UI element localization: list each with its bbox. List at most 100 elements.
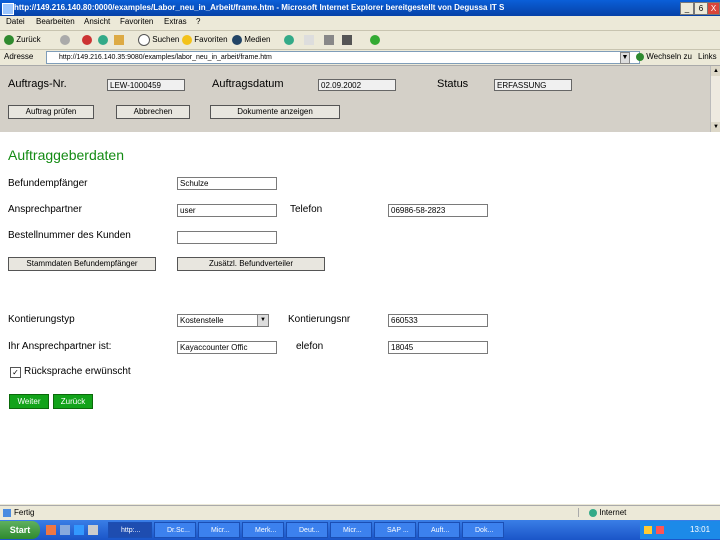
stop-button[interactable]: [82, 33, 92, 47]
menu-help[interactable]: ?: [196, 17, 200, 26]
mail-icon: [304, 34, 314, 45]
address-dropdown-icon[interactable]: ▼: [620, 52, 630, 64]
account-type-select[interactable]: Kostenstelle ▼: [177, 314, 269, 327]
links-button[interactable]: Links: [698, 52, 717, 61]
quicklaunch-explorer-icon[interactable]: [88, 525, 98, 535]
back-form-button[interactable]: Zurück: [53, 394, 93, 409]
menu-bar: Datei Bearbeiten Ansicht Favoriten Extra…: [0, 16, 720, 31]
taskbar-task[interactable]: Micr...: [330, 522, 372, 538]
history-icon: [284, 34, 294, 45]
menu-datei[interactable]: Datei: [6, 17, 25, 26]
section-title: Auftraggeberdaten: [8, 147, 124, 163]
menu-favoriten[interactable]: Favoriten: [120, 17, 153, 26]
your-contact-field: Kayaccounter Offic: [177, 341, 277, 354]
favorites-button[interactable]: Favoriten: [182, 33, 228, 47]
zone-indicator: Internet: [578, 508, 720, 517]
menu-ansicht[interactable]: Ansicht: [84, 17, 110, 26]
callback-label: Rücksprache erwünscht: [24, 366, 131, 377]
phone-input[interactable]: 06986-58-2823: [388, 204, 488, 217]
go-arrow-icon: [636, 52, 644, 61]
mail-button[interactable]: [304, 33, 314, 47]
edit-icon: [342, 34, 352, 45]
order-date-field: 02.09.2002: [318, 79, 396, 91]
home-button[interactable]: [114, 33, 124, 47]
messenger-icon: [370, 34, 380, 45]
order-number-label: Auftrags-Nr.: [8, 78, 67, 90]
forward-arrow-icon: [60, 34, 70, 45]
start-button[interactable]: Start: [0, 521, 40, 539]
cancel-button[interactable]: Abbrechen: [116, 105, 190, 119]
scroll-down-icon[interactable]: ▼: [711, 122, 720, 132]
callback-checkbox[interactable]: ✓: [10, 367, 21, 378]
taskbar-task[interactable]: http:...: [108, 522, 152, 538]
order-header-frame: Auftrags-Nr. LEW-1000459 Auftragsdatum 0…: [0, 66, 710, 132]
status-field: ERFASSUNG: [494, 79, 572, 91]
taskbar-task[interactable]: Deut...: [286, 522, 328, 538]
back-arrow-icon: [4, 34, 14, 45]
taskbar-task[interactable]: Dr.Sc...: [154, 522, 196, 538]
window-title: http://149.216.140.80:0000/examples/Labo…: [14, 3, 505, 12]
contact-label: Ansprechpartner: [8, 204, 82, 215]
taskbar-task[interactable]: Micr...: [198, 522, 240, 538]
taskbar-task[interactable]: Merk...: [242, 522, 284, 538]
system-tray: 13:01: [640, 521, 720, 539]
address-input[interactable]: http://149.216.140.35:9080/examples/labo…: [46, 51, 640, 64]
print-icon: [324, 34, 334, 45]
quicklaunch-desktop-icon[interactable]: [60, 525, 70, 535]
recipient-input[interactable]: Schulze: [177, 177, 277, 190]
order-number-field: LEW-1000459: [107, 79, 185, 91]
customer-order-input[interactable]: [177, 231, 277, 244]
title-bar: http://149.216.140.80:0000/examples/Labo…: [0, 0, 720, 16]
search-icon: [138, 33, 150, 46]
taskbar-task[interactable]: SAP ...: [374, 522, 416, 538]
order-date-label: Auftragsdatum: [212, 78, 284, 90]
stop-icon: [82, 34, 92, 45]
edit-button[interactable]: [342, 33, 352, 47]
status-bar: Fertig Internet: [0, 505, 720, 520]
phone-label: Telefon: [290, 204, 323, 215]
print-button[interactable]: [324, 33, 334, 47]
show-documents-button[interactable]: Dokumente anzeigen: [210, 105, 340, 119]
minimize-button[interactable]: _: [680, 2, 694, 15]
media-button[interactable]: Medien: [232, 33, 270, 47]
phone2-field: 18045: [388, 341, 488, 354]
master-recipient-button[interactable]: Stammdaten Befundempfänger: [8, 257, 156, 271]
header-scrollbar[interactable]: ▲ ▼: [710, 66, 720, 132]
search-button[interactable]: Suchen: [138, 33, 179, 47]
close-button[interactable]: X: [707, 2, 720, 15]
menu-extras[interactable]: Extras: [164, 17, 187, 26]
globe-icon: [589, 508, 597, 517]
account-number-input[interactable]: 660533: [388, 314, 488, 327]
toolbar: Zurück Suchen Favoriten Medien: [0, 31, 720, 50]
contact-input[interactable]: user: [177, 204, 277, 217]
quicklaunch-outlook-icon[interactable]: [46, 525, 56, 535]
status-text: Fertig: [14, 508, 35, 517]
quicklaunch-ie-icon[interactable]: [74, 525, 84, 535]
forward-button[interactable]: [60, 33, 70, 47]
scroll-up-icon[interactable]: ▲: [711, 66, 720, 76]
home-icon: [114, 34, 124, 45]
refresh-icon: [98, 34, 108, 45]
messenger-button[interactable]: [370, 33, 380, 47]
refresh-button[interactable]: [98, 33, 108, 47]
check-order-button[interactable]: Auftrag prüfen: [8, 105, 94, 119]
back-button[interactable]: Zurück: [4, 33, 41, 47]
tray-icon[interactable]: [656, 526, 664, 534]
phone2-label: elefon: [296, 341, 324, 352]
go-button[interactable]: Wechseln zu: [636, 52, 692, 61]
taskbar-task[interactable]: Dok...: [462, 522, 504, 538]
address-label: Adresse: [4, 52, 34, 61]
taskbar: Start http:... Dr.Sc... Micr... Merk... …: [0, 520, 720, 540]
account-type-label: Kontierungstyp: [8, 314, 75, 325]
maximize-button[interactable]: 6: [694, 2, 708, 15]
customer-order-label: Bestellnummer des Kunden: [8, 230, 131, 241]
dropdown-arrow-icon[interactable]: ▼: [257, 315, 268, 326]
page-icon: [3, 509, 11, 517]
taskbar-task[interactable]: Auft...: [418, 522, 460, 538]
extra-distribution-button[interactable]: Zusätzl. Befundverteiler: [177, 257, 325, 271]
tray-icon[interactable]: [644, 526, 652, 534]
next-button[interactable]: Weiter: [9, 394, 49, 409]
menu-bearbeiten[interactable]: Bearbeiten: [36, 17, 75, 26]
your-contact-label: Ihr Ansprechpartner ist:: [8, 341, 112, 352]
history-button[interactable]: [284, 33, 294, 47]
